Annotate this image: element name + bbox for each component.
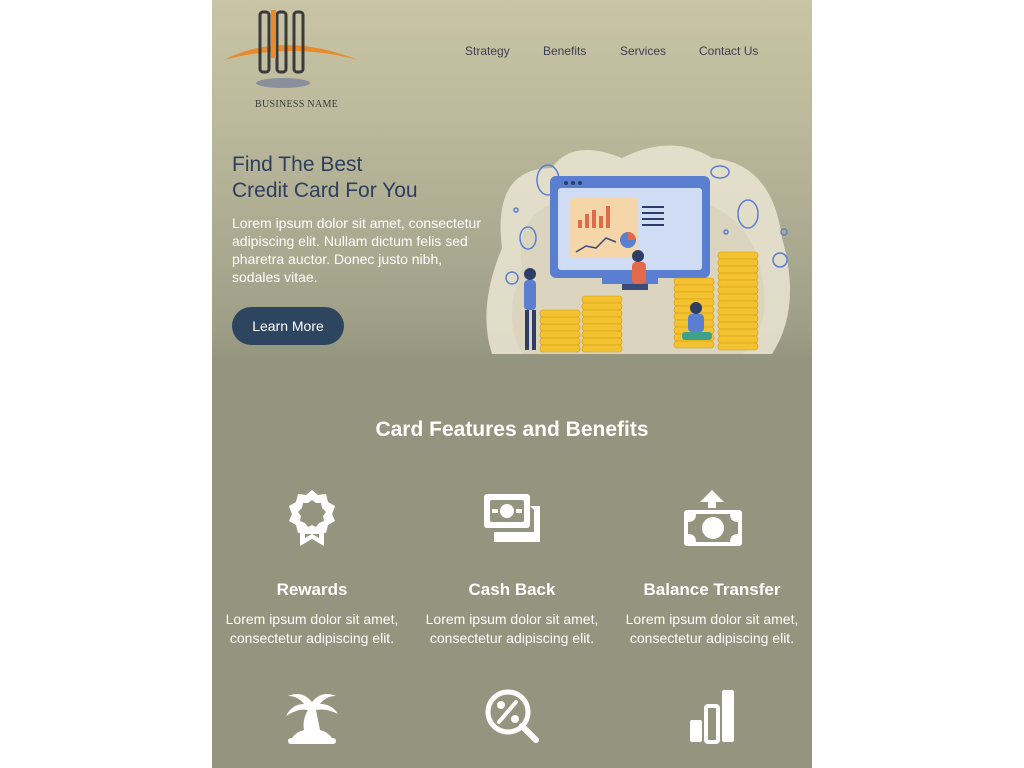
- cash-icon: [484, 494, 540, 542]
- feature-credit-growth: [612, 686, 812, 746]
- money-transfer-icon: [684, 490, 742, 546]
- features-title: Card Features and Benefits: [375, 418, 649, 441]
- feature-text: Lorem ipsum dolor sit amet, consectetur …: [225, 611, 399, 646]
- page: BUSINESS NAME Strategy Benefits Services…: [212, 0, 812, 768]
- hero-title-line-2: Credit Card For You: [232, 179, 418, 202]
- feature-title: Cash Back: [468, 580, 556, 599]
- palm-tree-icon: [286, 694, 338, 744]
- hero-title: Find The Best Credit Card For You: [232, 152, 418, 204]
- feature-title: Rewards: [276, 580, 348, 599]
- feature-text: Lorem ipsum dolor sit amet, consectetur …: [425, 611, 599, 646]
- nav-benefits[interactable]: Benefits: [543, 44, 586, 58]
- percent-search-icon: [485, 689, 539, 743]
- feature-low-interest: [412, 686, 612, 746]
- finance-illustration: [486, 145, 790, 354]
- hero-title-line-1: Find The Best: [232, 153, 363, 176]
- business-logo[interactable]: BUSINESS NAME: [222, 8, 362, 110]
- feature-balance-transfer: Balance Transfer Lorem ipsum dolor sit a…: [612, 488, 812, 648]
- feature-cash-back: Cash Back Lorem ipsum dolor sit amet, co…: [412, 488, 612, 648]
- hero-description: Lorem ipsum dolor sit amet, consectetur …: [232, 215, 481, 285]
- feature-travel: [212, 686, 412, 746]
- nav-services[interactable]: Services: [620, 44, 666, 58]
- feature-text: Lorem ipsum dolor sit amet, consectetur …: [625, 611, 799, 646]
- feature-title: Balance Transfer: [643, 580, 781, 599]
- nav-strategy[interactable]: Strategy: [465, 44, 510, 58]
- bar-chart-icon: [690, 690, 734, 744]
- feature-rewards: Rewards Lorem ipsum dolor sit amet, cons…: [212, 488, 412, 648]
- business-name: BUSINESS NAME: [255, 99, 339, 110]
- nav-contact-us[interactable]: Contact Us: [699, 44, 758, 58]
- logo-icon: [224, 10, 358, 88]
- learn-more-button[interactable]: Learn More: [232, 307, 344, 345]
- award-ribbon-icon: [289, 490, 335, 546]
